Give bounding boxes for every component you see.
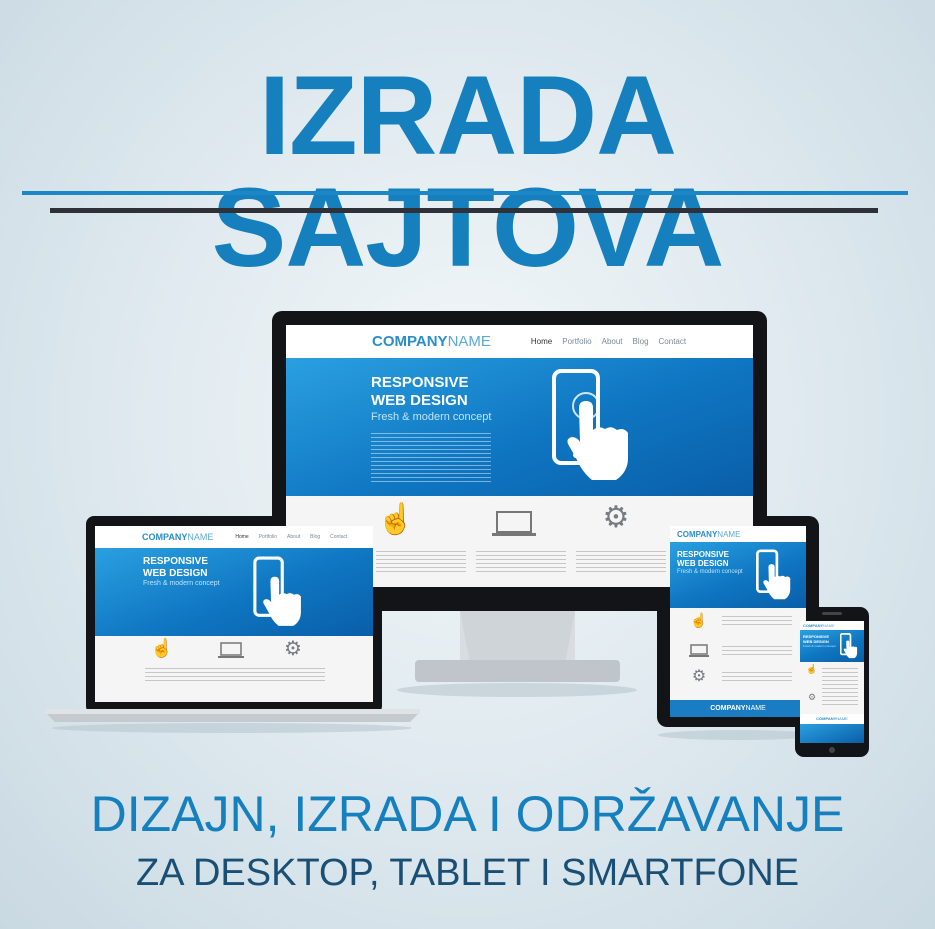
laptop-hero: RESPONSIVE WEB DESIGN Fresh & modern con… — [95, 548, 373, 636]
laptop-laptop-icon — [218, 642, 244, 658]
desktop-nav: COMPANYNAME Home Portfolio About Blog Contac… — [286, 325, 753, 358]
laptop-touch-hand-icon: ☝ — [150, 638, 174, 658]
tablet-footer-logo-bold: COMPANY — [710, 705, 746, 712]
laptop-icon — [492, 511, 536, 536]
phone-footer: COMPANYNAME — [800, 714, 864, 724]
desktop-logo: COMPANYNAME — [372, 333, 491, 350]
phone-footer-logo-bold: COMPANY — [816, 716, 837, 721]
laptop-nav: COMPANYNAME Home Portfolio About Blog Contac… — [95, 526, 373, 548]
laptop-screen: COMPANYNAME Home Portfolio About Blog Contac… — [95, 526, 373, 702]
tablet-footer-logo-thin: NAME — [745, 705, 766, 712]
laptop-nav-contact[interactable]: Contact — [330, 534, 347, 540]
phone-logo: COMPANYNAME — [803, 623, 835, 628]
laptop-nav-home[interactable]: Home — [235, 534, 248, 540]
desktop-menu: Home Portfolio About Blog Contact — [521, 337, 686, 346]
phone-bottom-hero — [800, 724, 864, 743]
phone-hero-subtitle: Fresh & modern concept — [803, 644, 836, 648]
laptop-hero-title-1: RESPONSIVE — [143, 556, 209, 567]
tablet-laptop-icon — [689, 644, 709, 657]
phone-lines — [822, 668, 858, 708]
hero-text-lines — [371, 433, 491, 483]
phone-features: ☝ ⚙ — [800, 662, 864, 714]
phone-gears-icon: ⚙ — [807, 692, 817, 702]
phone-footer-logo-thin: NAME — [836, 716, 848, 721]
laptop-smartphone-touch-icon — [253, 556, 301, 626]
laptop-nav-blog[interactable]: Blog — [310, 534, 320, 540]
laptop-features: ☝ ⚙ — [95, 636, 373, 702]
tablet-lines-2 — [722, 646, 792, 656]
laptop-nav-about[interactable]: About — [287, 534, 300, 540]
laptop-logo: COMPANYNAME — [142, 532, 214, 542]
subtitle-primary: DIZAJN, IZRADA I ODRŽAVANJE — [90, 786, 845, 842]
touch-hand-icon: ☝ — [377, 503, 415, 536]
laptop-feature-lines — [145, 668, 325, 684]
feature-text-lines-3 — [576, 551, 666, 573]
tablet-lines-3 — [722, 672, 792, 682]
tablet-smartphone-touch-icon — [756, 549, 791, 600]
nav-portfolio[interactable]: Portfolio — [562, 337, 591, 346]
tablet-nav: COMPANYNAME — [670, 526, 806, 542]
laptop-menu: Home Portfolio About Blog Contact — [225, 534, 347, 540]
subtitle-secondary: ZA DESKTOP, TABLET I SMARTFONE — [135, 852, 800, 894]
nav-blog[interactable]: Blog — [633, 337, 649, 346]
smartphone-touch-icon — [552, 369, 628, 480]
laptop-gears-icon: ⚙ — [284, 638, 302, 660]
nav-about[interactable]: About — [602, 337, 623, 346]
laptop-hero-subtitle: Fresh & modern concept — [143, 580, 220, 587]
tablet-logo: COMPANYNAME — [677, 529, 741, 539]
desktop-hero: RESPONSIVE WEB DESIGN Fresh & modern con… — [286, 358, 753, 496]
tablet-touch-hand-icon: ☝ — [690, 612, 708, 628]
phone-nav: COMPANYNAME — [800, 621, 864, 630]
tablet-lines-1 — [722, 616, 792, 626]
desktop-hero-title-2: WEB DESIGN — [371, 392, 468, 409]
gears-icon: ⚙ — [602, 501, 630, 534]
feature-text-lines-2 — [476, 551, 566, 573]
tablet-hero: RESPONSIVE WEB DESIGN Fresh & modern con… — [670, 542, 806, 608]
nav-home[interactable]: Home — [531, 337, 552, 346]
desktop-hero-title-1: RESPONSIVE — [371, 374, 469, 391]
desktop-hero-subtitle: Fresh & modern concept — [371, 411, 492, 423]
tablet-hero-title-1: RESPONSIVE — [677, 550, 730, 559]
laptop-nav-portfolio[interactable]: Portfolio — [259, 534, 277, 540]
feature-text-lines-1 — [376, 551, 466, 573]
phone-smartphone-touch-icon — [840, 633, 858, 659]
tablet-hero-subtitle: Fresh & modern concept — [677, 569, 743, 575]
tablet-footer: COMPANYNAME — [670, 700, 806, 717]
phone-screen: COMPANYNAME RESPONSIVE WEB DESIGN Fresh … — [800, 621, 864, 743]
laptop-hero-title-2: WEB DESIGN — [143, 568, 208, 579]
nav-contact[interactable]: Contact — [659, 337, 687, 346]
tablet-screen: COMPANYNAME RESPONSIVE WEB DESIGN Fresh … — [670, 526, 806, 717]
tablet-hero-title-2: WEB DESIGN — [677, 559, 729, 568]
phone-hero: RESPONSIVE WEB DESIGN Fresh & modern con… — [800, 630, 864, 662]
tablet-gears-icon: ⚙ — [691, 668, 707, 685]
tablet-features: ☝ ⚙ — [670, 608, 806, 700]
phone-touch-hand-icon: ☝ — [806, 664, 818, 674]
